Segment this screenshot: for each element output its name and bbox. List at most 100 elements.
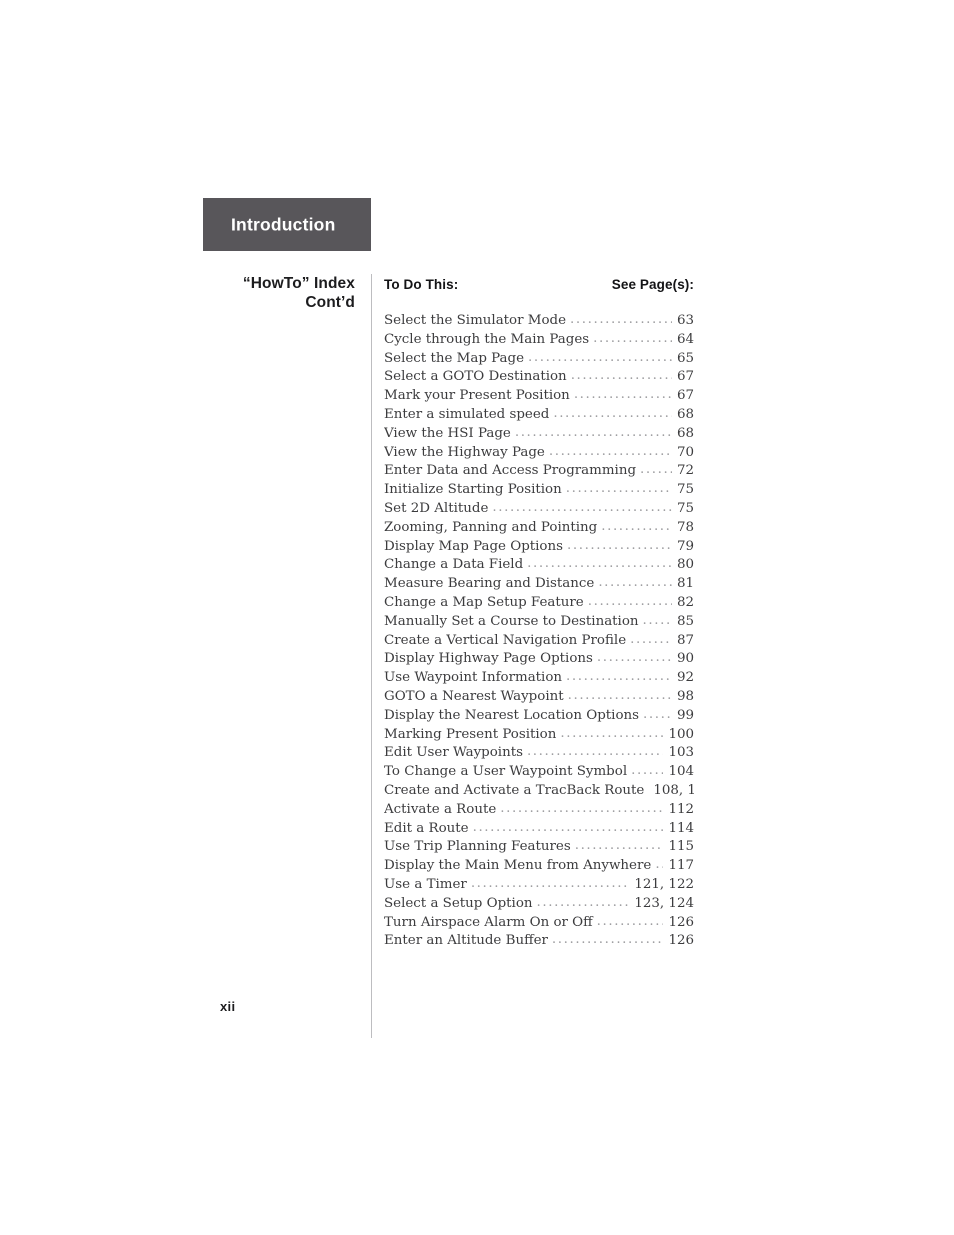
index-entry-title: Select the Map Page	[384, 350, 525, 366]
index-entry: Initialize Starting Position............…	[384, 482, 694, 501]
leader-dots: ........................................…	[560, 726, 663, 741]
index-entry-title: Turn Airspace Alarm On or Off	[384, 914, 593, 930]
index-entry-title: Use Trip Planning Features	[384, 839, 571, 855]
index-entry-title: Edit User Waypoints	[384, 745, 523, 761]
index-entry-pages: 114	[668, 820, 694, 836]
index-entry: Enter an Altitude Buffer................…	[384, 933, 694, 952]
leader-dots: ........................................…	[553, 406, 672, 421]
index-entry: Use Trip Planning Features..............…	[384, 839, 694, 858]
index-entry-pages: 104	[668, 764, 694, 780]
manual-page: Introduction “HowTo” Index Cont’d To Do …	[0, 0, 954, 1235]
table-header-row: To Do This: See Page(s):	[384, 277, 694, 299]
index-entry-pages: 65	[676, 350, 694, 366]
index-entry: GOTO a Nearest Waypoint.................…	[384, 689, 694, 708]
index-entry-title: Change a Data Field	[384, 557, 524, 573]
howto-index-table: To Do This: See Page(s): Select the Simu…	[384, 277, 694, 952]
index-entry-title: Create a Vertical Navigation Profile	[384, 632, 627, 648]
leader-dots: ........................................…	[642, 613, 672, 628]
index-entry-pages: 98	[676, 688, 694, 704]
index-entry-title: Activate a Route	[384, 801, 497, 817]
index-entry: Use Waypoint Information................…	[384, 670, 694, 689]
index-entry-pages: 81	[676, 576, 694, 592]
index-entry-title: Enter an Altitude Buffer	[384, 933, 548, 949]
index-entry: Create and Activate a TracBack Route....…	[384, 783, 694, 802]
index-entry-title: Create and Activate a TracBack Route	[384, 782, 645, 798]
index-entry: Measure Bearing and Distance............…	[384, 576, 694, 595]
leader-dots: ........................................…	[472, 820, 664, 835]
index-entry-pages: 67	[676, 369, 694, 385]
index-entry: Activate a Route........................…	[384, 802, 694, 821]
index-entry-pages: 90	[676, 651, 694, 667]
leader-dots: ........................................…	[574, 839, 664, 854]
index-entry: Cycle through the Main Pages............…	[384, 332, 694, 351]
column-divider	[371, 274, 372, 1038]
index-entry-title: Edit a Route	[384, 820, 469, 836]
leader-dots: ........................................…	[565, 482, 672, 497]
index-entry-pages: 121, 122	[634, 876, 694, 892]
index-entry: Set 2D Altitude.........................…	[384, 501, 694, 520]
index-entry: Marking Present Position................…	[384, 727, 694, 746]
column-header-task: To Do This:	[384, 277, 459, 292]
index-entry-pages: 112	[668, 801, 694, 817]
index-entry-title: View the HSI Page	[384, 425, 511, 441]
index-entry: Turn Airspace Alarm On or Off...........…	[384, 915, 694, 934]
index-entry: Change a Map Setup Feature..............…	[384, 595, 694, 614]
leader-dots: ........................................…	[631, 764, 663, 779]
index-entry-title: Manually Set a Course to Destination	[384, 613, 639, 629]
leader-dots: ........................................…	[596, 914, 664, 929]
index-entry: Use a Timer.............................…	[384, 877, 694, 896]
chapter-title: Introduction	[231, 214, 336, 234]
leader-dots: ........................................…	[492, 500, 672, 515]
index-entry: Display the Nearest Location Options....…	[384, 708, 694, 727]
index-entry: Display the Main Menu from Anywhere.....…	[384, 858, 694, 877]
leader-dots: ........................................…	[655, 858, 663, 873]
index-entry-pages: 99	[676, 707, 694, 723]
leader-dots: ........................................…	[527, 557, 672, 572]
index-entry-pages: 92	[676, 670, 694, 686]
index-entry-pages: 85	[676, 613, 694, 629]
index-entry-title: Mark your Present Position	[384, 388, 570, 404]
index-entry: Display Map Page Options................…	[384, 539, 694, 558]
column-header-pages: See Page(s):	[611, 277, 694, 292]
index-entry-pages: 123, 124	[634, 895, 694, 911]
leader-dots: ........................................…	[596, 651, 672, 666]
leader-dots: ........................................…	[630, 632, 672, 647]
index-entry: Create a Vertical Navigation Profile....…	[384, 633, 694, 652]
chapter-header-bar: Introduction	[203, 198, 371, 251]
index-entry-title: Enter a simulated speed	[384, 406, 550, 422]
index-entry-title: Enter Data and Access Programming	[384, 463, 637, 479]
leader-dots: ........................................…	[536, 895, 630, 910]
index-entry-pages: 80	[676, 557, 694, 573]
index-entry-title: Marking Present Position	[384, 726, 557, 742]
index-entry: Zooming, Panning and Pointing...........…	[384, 520, 694, 539]
leader-dots: ........................................…	[526, 745, 663, 760]
leader-dots: ........................................…	[598, 576, 672, 591]
index-entry-pages: 64	[676, 331, 694, 347]
index-entry: Edit a Route............................…	[384, 821, 694, 840]
index-entry-list: Select the Simulator Mode...............…	[384, 313, 694, 952]
leader-dots: ........................................…	[570, 369, 672, 384]
index-entry-pages: 70	[676, 444, 694, 460]
index-entry: View the Highway Page...................…	[384, 445, 694, 464]
index-entry-pages: 117	[668, 858, 694, 874]
leader-dots: ........................................…	[500, 801, 664, 816]
section-title-line-2: Cont’d	[305, 294, 355, 311]
index-entry-pages: 108, 109	[653, 782, 694, 798]
index-entry: Manually Set a Course to Destination....…	[384, 614, 694, 633]
index-entry: Display Highway Page Options............…	[384, 651, 694, 670]
index-entry: Mark your Present Position..............…	[384, 388, 694, 407]
leader-dots: ........................................…	[601, 519, 672, 534]
leader-dots: ........................................…	[587, 594, 672, 609]
index-entry-title: Select a Setup Option	[384, 895, 533, 911]
index-entry: Select the Simulator Mode...............…	[384, 313, 694, 332]
leader-dots: ........................................…	[548, 444, 672, 459]
index-entry-pages: 115	[668, 839, 694, 855]
leader-dots: ........................................…	[470, 876, 630, 891]
index-entry-title: Select a GOTO Destination	[384, 369, 567, 385]
index-entry-title: Initialize Starting Position	[384, 482, 562, 498]
leader-dots: ........................................…	[514, 425, 672, 440]
index-entry-pages: 72	[676, 463, 694, 479]
index-entry-pages: 79	[676, 538, 694, 554]
index-entry-pages: 78	[676, 519, 694, 535]
index-entry-pages: 75	[676, 482, 694, 498]
